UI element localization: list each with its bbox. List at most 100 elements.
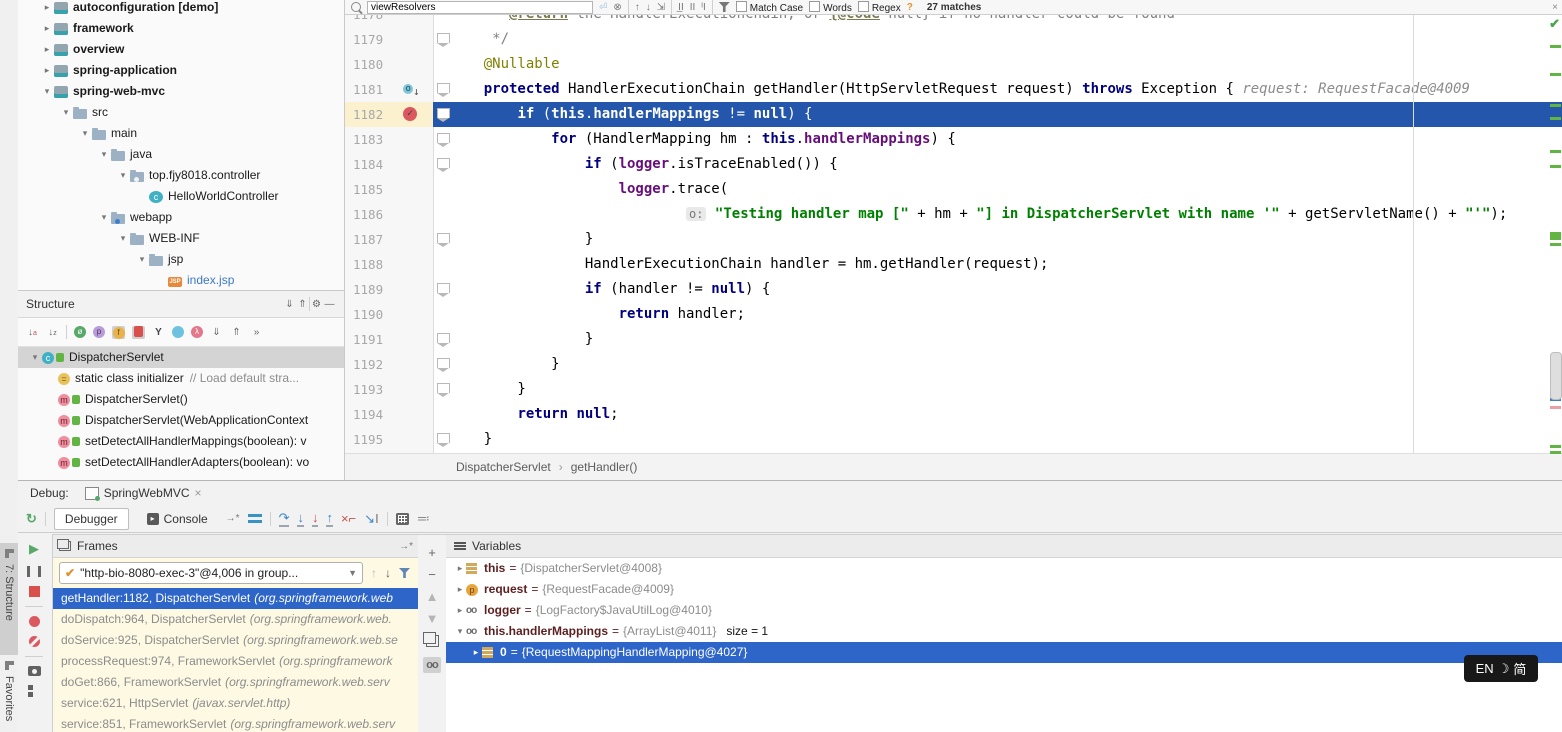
collapse-all-icon[interactable]: ⇑ [296, 298, 309, 311]
close-session-icon[interactable]: × [195, 486, 202, 500]
step-over-icon[interactable]: ↷ [279, 511, 290, 527]
line-number[interactable]: 1186 [353, 202, 397, 227]
project-item-top-fjy8018-controller[interactable]: ▾top.fjy8018.controller [18, 165, 344, 186]
code-line-1178[interactable]: 1178 * @return the HandlerExecutionChain… [345, 14, 1562, 27]
close-find-icon[interactable]: × [1552, 2, 1558, 13]
chevron-right-icon[interactable]: ▸ [40, 0, 54, 18]
search-match-mark[interactable] [1550, 165, 1561, 168]
pause-icon[interactable] [27, 566, 41, 577]
line-number[interactable]: 1187 [353, 227, 397, 252]
match-case-option[interactable]: Match Case [736, 1, 803, 14]
words-checkbox[interactable] [809, 1, 820, 12]
line-number[interactable]: 1185 [353, 177, 397, 202]
fold-marker-icon[interactable] [437, 433, 450, 443]
clear-search-icon[interactable]: ⊗ [613, 2, 621, 13]
fold-marker-icon[interactable] [437, 83, 450, 93]
project-item-src[interactable]: ▾src [18, 102, 344, 123]
remove-watch-icon[interactable]: − [428, 569, 436, 581]
prev-occurrence-icon[interactable]: ↑ [635, 2, 640, 13]
line-number[interactable]: 1180 [353, 52, 397, 77]
chevron-down-icon[interactable]: ▾ [28, 347, 42, 368]
chevron-right-icon[interactable]: ▸ [454, 600, 466, 621]
search-match-mark[interactable] [1550, 451, 1561, 454]
inspections-ok-icon[interactable]: ✔ [1549, 16, 1560, 32]
tab-console[interactable]: ▸Console [137, 509, 218, 529]
evaluate-expression-icon[interactable] [396, 513, 409, 525]
code-line-1189[interactable]: 1189 if (handler != null) { [345, 277, 1562, 302]
newline-icon[interactable]: ⏎ [599, 2, 607, 13]
project-item-helloworldcontroller[interactable]: cHelloWorldController [18, 186, 344, 207]
force-step-into-icon[interactable]: ↓ [312, 511, 319, 527]
search-input[interactable] [367, 1, 593, 14]
code-line-1183[interactable]: 1183 for (HandlerMapping hm : this.handl… [345, 127, 1562, 152]
sort-by-visibility-icon[interactable]: ↓a [26, 326, 39, 339]
search-match-mark[interactable] [1550, 73, 1561, 76]
group-methods-icon[interactable]: Y [152, 326, 165, 339]
breakpoint-mark[interactable] [1550, 406, 1561, 409]
search-match-mark[interactable] [1550, 232, 1561, 240]
line-number[interactable]: 1193 [353, 377, 397, 402]
line-number[interactable]: 1184 [353, 152, 397, 177]
frame-row-doget-866[interactable]: doGet:866, FrameworkServlet(org.springfr… [53, 672, 419, 693]
find-word-at-caret-icon[interactable]: I̲I [678, 2, 684, 13]
find-selection-icon[interactable]: II [690, 2, 696, 13]
debug-session-tab[interactable]: SpringWebMVC × [79, 484, 208, 502]
drop-frame-icon[interactable]: ×⌐ [341, 512, 356, 526]
regex-option[interactable]: Regex [858, 1, 901, 14]
expand-all-icon[interactable]: ⇓ [283, 298, 296, 311]
project-item-main[interactable]: ▾main [18, 123, 344, 144]
run-to-cursor-icon[interactable]: ↘I [364, 512, 379, 526]
chevron-right-icon[interactable]: ▸ [40, 60, 54, 81]
fold-marker-icon[interactable] [437, 383, 450, 393]
code-area[interactable]: 1178 * @return the HandlerExecutionChain… [345, 14, 1562, 454]
code-line-1190[interactable]: 1190 return handler; [345, 302, 1562, 327]
frame-row-dodispatch-964[interactable]: doDispatch:964, DispatcherServlet(org.sp… [53, 609, 419, 630]
line-number[interactable]: 1194 [353, 402, 397, 427]
words-option[interactable]: Words [809, 1, 852, 14]
mute-breakpoints-icon[interactable] [29, 636, 40, 647]
project-item-overview[interactable]: ▸overview [18, 39, 344, 60]
fold-marker-icon[interactable] [437, 33, 450, 43]
expand-all-2-icon[interactable]: ⇓ [210, 326, 223, 339]
match-case-checkbox[interactable] [736, 1, 747, 12]
rerun-icon[interactable]: ↻ [26, 512, 37, 526]
structure-item-dispatcherservlet[interactable]: ▾cDispatcherServlet [18, 347, 344, 368]
code-line-1182[interactable]: 1182✓ if (this.handlerMappings != null) … [345, 102, 1562, 127]
collapse-all-2-icon[interactable]: ⇑ [230, 326, 243, 339]
prev-frame-icon[interactable]: ↑ [371, 566, 377, 580]
code-line-1181[interactable]: 1181 protected HandlerExecutionChain get… [345, 77, 1562, 102]
frame-row-service-621[interactable]: service:621, HttpServlet(javax.servlet.h… [53, 693, 419, 714]
fold-marker-icon[interactable] [437, 108, 450, 118]
thread-dump-icon[interactable] [28, 666, 41, 676]
gear-icon[interactable]: ⚙ [310, 298, 323, 311]
search-match-mark[interactable] [1550, 117, 1561, 120]
search-match-mark[interactable] [1550, 445, 1561, 448]
editor-scrollbar[interactable] [1550, 352, 1562, 400]
show-lambdas-icon[interactable]: λ [191, 326, 203, 338]
duplicate-watch-icon[interactable] [426, 635, 439, 647]
chevron-right-icon[interactable]: ▸ [40, 18, 54, 39]
code-line-1185[interactable]: 1185 logger.trace( [345, 177, 1562, 202]
tab-debugger[interactable]: Debugger [54, 508, 129, 530]
add-watch-icon[interactable]: + [428, 547, 436, 559]
regex-help-icon[interactable]: ? [907, 2, 913, 13]
variable-row-logger[interactable]: ▸oologger={LogFactory$JavaUtilLog@4010} [446, 600, 1562, 621]
code-line-1186[interactable]: 1186 o: "Testing handler map [" + hm + "… [345, 202, 1562, 227]
structure-item-setdetectallhandleradapters-boolean-vo[interactable]: msetDetectAllHandlerAdapters(boolean): v… [18, 452, 344, 473]
project-item-index-jsp[interactable]: JSPindex.jsp [18, 270, 344, 290]
select-all-occurrences-icon[interactable]: ⇲ [657, 2, 665, 13]
line-number[interactable]: 1188 [353, 252, 397, 277]
code-line-1180[interactable]: 1180 @Nullable [345, 52, 1562, 77]
resume-icon[interactable]: ▶ [29, 541, 39, 557]
chevron-down-icon[interactable]: ▾ [454, 621, 466, 642]
search-match-mark[interactable] [1550, 243, 1561, 246]
show-execution-point-icon[interactable] [248, 514, 262, 523]
chevron-down-icon[interactable]: ▾ [97, 207, 111, 228]
chevron-down-icon[interactable]: ▾ [135, 249, 149, 270]
restore-layout-icon[interactable] [28, 685, 40, 697]
code-line-1194[interactable]: 1194 return null; [345, 402, 1562, 427]
breakpoint-icon[interactable]: ✓ [403, 107, 417, 121]
variable-row-this[interactable]: ▸this={DispatcherServlet@4008} [446, 558, 1562, 579]
chevron-right-icon[interactable]: ▸ [454, 579, 466, 600]
next-frame-icon[interactable]: ↓ [385, 566, 391, 580]
